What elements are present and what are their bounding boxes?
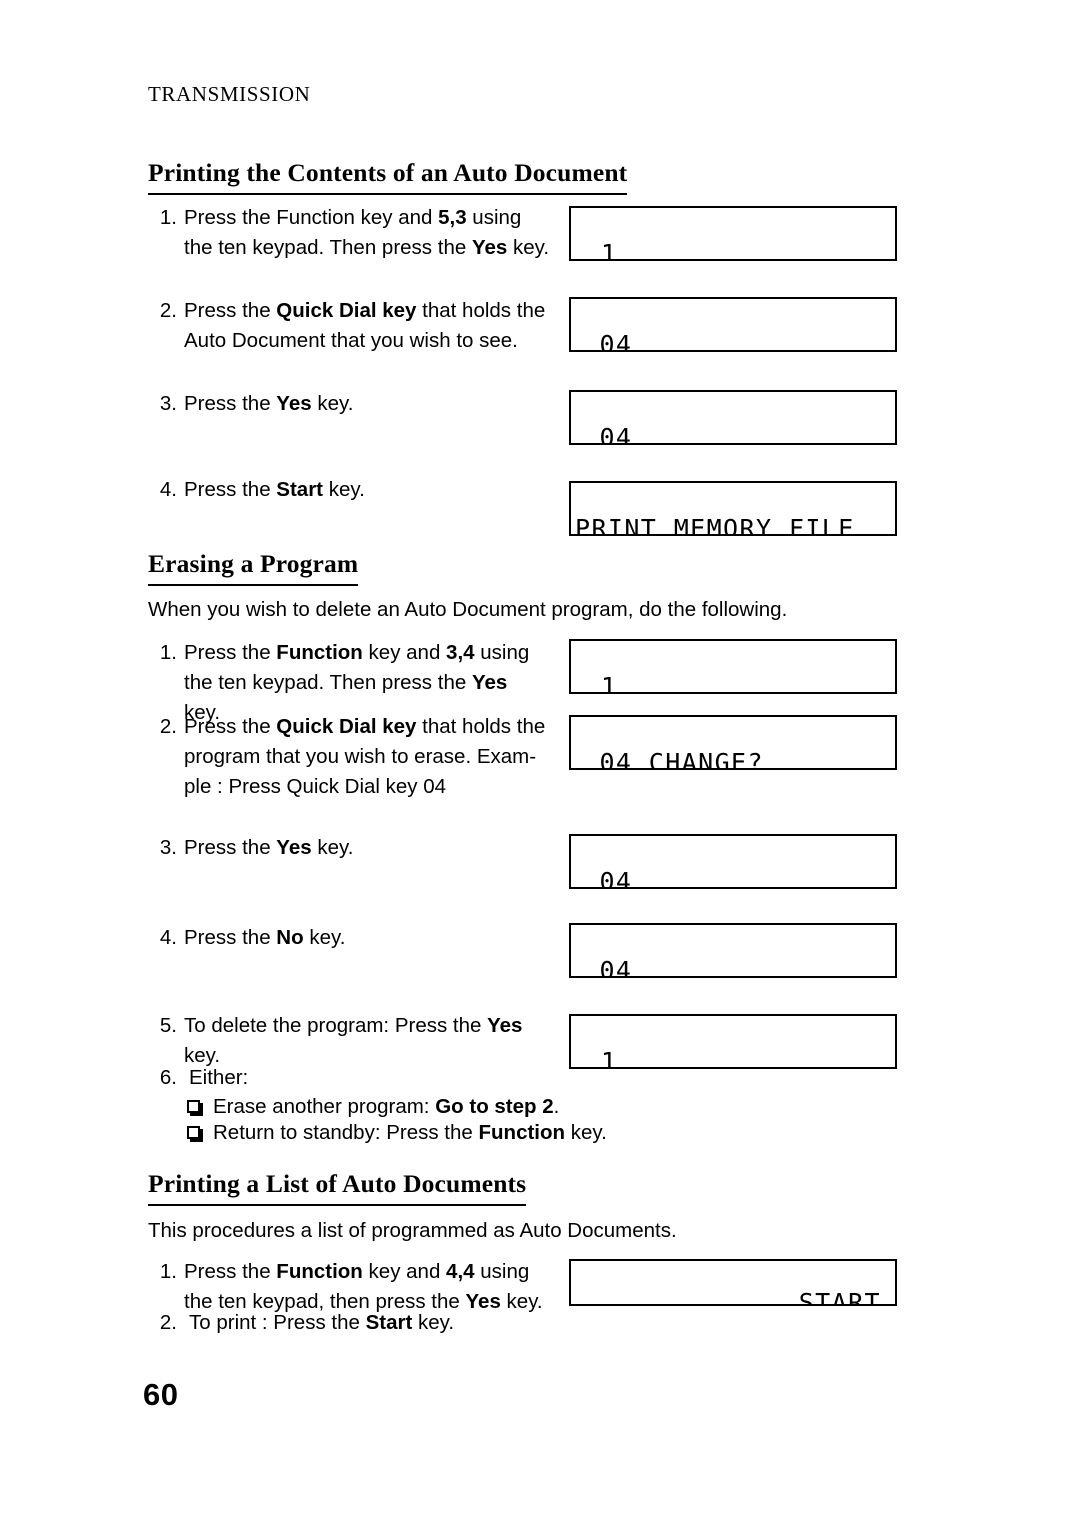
step-number: 1. <box>159 641 177 664</box>
lcd-line: PRINT LIST ◀/SEARCH ▶ <box>571 668 895 692</box>
lcd-display: 1 QUICK/ ◀▶ PRINT LIST ◀/SEARCH ▶ <box>569 206 897 261</box>
step-text: Press the Start key. <box>184 478 365 501</box>
bullet-item: Return to standby: Press the Function ke… <box>187 1118 607 1148</box>
step-number: 2. <box>159 715 177 738</box>
lcd-display: 04 Y/N AUTO DOC. CLEAR? <box>569 923 897 978</box>
step-text: To print : Press the Start key. <box>189 1311 455 1334</box>
bullet-text-bold: Function <box>478 1121 566 1144</box>
bullet-text-tail: key. <box>565 1121 607 1144</box>
bullet-text: Erase another program: <box>213 1095 436 1118</box>
lcd-text: PRINT MEMORY FILE <box>575 514 855 536</box>
lcd-line: AUTO DOC. CLEAR? <box>571 952 895 976</box>
lcd-line: BRANCH MAP <box>571 419 895 443</box>
lcd-line: PRINT LIST ◀/SEARCH ▶ <box>571 235 895 259</box>
lcd-display: 1 QUICK / ◀▶ PRINT LIST ◀/SEARCH ▶ <box>569 639 897 694</box>
section-heading-printing-list: Printing a List of Auto Documents <box>148 1169 527 1206</box>
step-text: Press the Yes key. <box>184 392 354 415</box>
step-number: 2. <box>159 299 177 322</box>
step-number: 3. <box>159 392 177 415</box>
square-bullet-icon <box>187 1100 200 1113</box>
section-heading-erasing-program: Erasing a Program <box>148 549 359 586</box>
lcd-text: PRINT PROGRAM LIST <box>575 1305 871 1306</box>
step-item: 4. Press the Start key. <box>151 475 531 505</box>
step-number: 4. <box>159 478 177 501</box>
step-item: 4. Press the No key. <box>151 923 531 953</box>
step-text: Press the Quick Dial key that holds the p… <box>184 715 546 798</box>
bullet-text-tail: . <box>553 1095 560 1118</box>
step-text: To delete the program: Press the Yes key. <box>184 1014 523 1067</box>
document-page: TRANSMISSION Printing the Contents of an… <box>0 0 1080 1528</box>
step-item: 2. Press the Quick Dial key that holds t… <box>151 296 571 356</box>
lcd-display: 04 Y/ ◀▶ BRANCH MAP <box>569 297 897 352</box>
step-item: 6. Either: <box>151 1063 451 1093</box>
step-item: 2. To print : Press the Start key. <box>151 1308 561 1338</box>
step-number: 5. <box>159 1014 177 1037</box>
step-number: 4. <box>159 926 177 949</box>
step-number: 1. <box>159 206 177 229</box>
running-head: TRANSMISSION <box>148 82 311 106</box>
step-number: 2. <box>159 1311 177 1334</box>
step-number: 6. <box>159 1066 177 1089</box>
step-text: Press the Quick Dial key that holds the A… <box>184 299 546 352</box>
lcd-display: START PRINT PROGRAM LIST <box>569 1259 897 1306</box>
bullet-text-bold: Go to step 2 <box>435 1095 554 1118</box>
lcd-line: PRINT PROGRAM LIST <box>571 1276 895 1306</box>
section-heading-printing-contents: Printing the Contents of an Auto Documen… <box>148 158 628 195</box>
step-text: Press the Function key and 5,3 using the … <box>184 206 550 259</box>
step-text: Either: <box>189 1066 249 1089</box>
bullet-text: Return to standby: Press the <box>213 1121 479 1144</box>
step-item: 3. Press the Yes key. <box>151 389 531 419</box>
step-text: Press the No key. <box>184 926 346 949</box>
lcd-line: PRINT LIST ◀/SEARCH ▶ <box>571 1043 895 1067</box>
lcd-line: PROGRAM LABEL? <box>571 863 895 887</box>
section-intro-erasing: When you wish to delete an Auto Document… <box>148 598 788 621</box>
lcd-display: 1 QUICK/ ◀▶ PRINT LIST ◀/SEARCH ▶ <box>569 1014 897 1069</box>
lcd-line: BRANCH MAP <box>571 326 895 350</box>
lcd-display: 04 START/N BRANCH MAP <box>569 390 897 445</box>
step-item: 3. Press the Yes key. <box>151 833 531 863</box>
lcd-display: 04 CHANGE? Y/ ◀▶ USED AS AUTO DOC. <box>569 715 897 770</box>
lcd-line: USED AS AUTO DOC. <box>571 744 895 768</box>
step-text: Press the Yes key. <box>184 836 354 859</box>
step-item: 5. To delete the program: Press the Yes k… <box>151 1011 551 1071</box>
lcd-line: PRINT MEMORY FILE <box>571 485 895 534</box>
square-bullet-icon <box>187 1126 200 1139</box>
step-item: 2. Press the Quick Dial key that holds t… <box>151 712 571 802</box>
step-number: 1. <box>159 1260 177 1283</box>
page-number: 60 <box>143 1377 179 1412</box>
lcd-display: 04 Y/N PROGRAM LABEL? <box>569 834 897 889</box>
step-number: 3. <box>159 836 177 859</box>
step-item: 1. Press the Function key and 5,3 using t… <box>151 203 551 263</box>
section-intro-printing-list: This procedures a list of programmed as … <box>148 1219 677 1242</box>
lcd-display: PRINT MEMORY FILE <box>569 481 897 536</box>
